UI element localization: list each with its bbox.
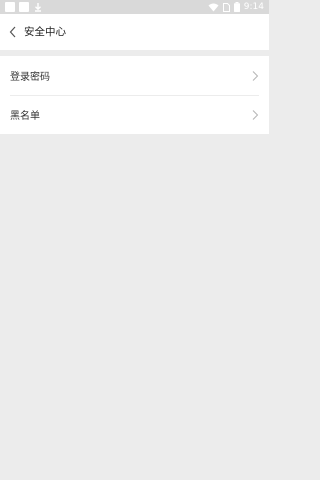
back-chevron-icon[interactable]: [7, 24, 19, 40]
status-bar: 9:14: [0, 0, 269, 14]
title-bar: 安全中心: [0, 14, 269, 50]
download-icon: [35, 3, 41, 12]
battery-icon: [233, 2, 240, 12]
page-title: 安全中心: [24, 26, 66, 38]
status-left: [5, 2, 43, 12]
chevron-right-icon: [252, 110, 259, 120]
notification-square-icon: [19, 2, 29, 12]
sim-icon: [222, 2, 230, 12]
notification-square-icon: [5, 2, 15, 12]
wifi-icon: [208, 3, 219, 11]
status-right: 9:14: [208, 1, 264, 13]
chevron-right-icon: [252, 71, 259, 81]
status-time: 9:14: [243, 2, 264, 12]
list-item-label: 登录密码: [10, 72, 50, 83]
settings-list: 登录密码 黑名单: [0, 56, 269, 134]
list-item-label: 黑名单: [10, 111, 40, 122]
list-item-blacklist[interactable]: 黑名单: [0, 95, 269, 134]
list-item-login-password[interactable]: 登录密码: [0, 56, 269, 95]
